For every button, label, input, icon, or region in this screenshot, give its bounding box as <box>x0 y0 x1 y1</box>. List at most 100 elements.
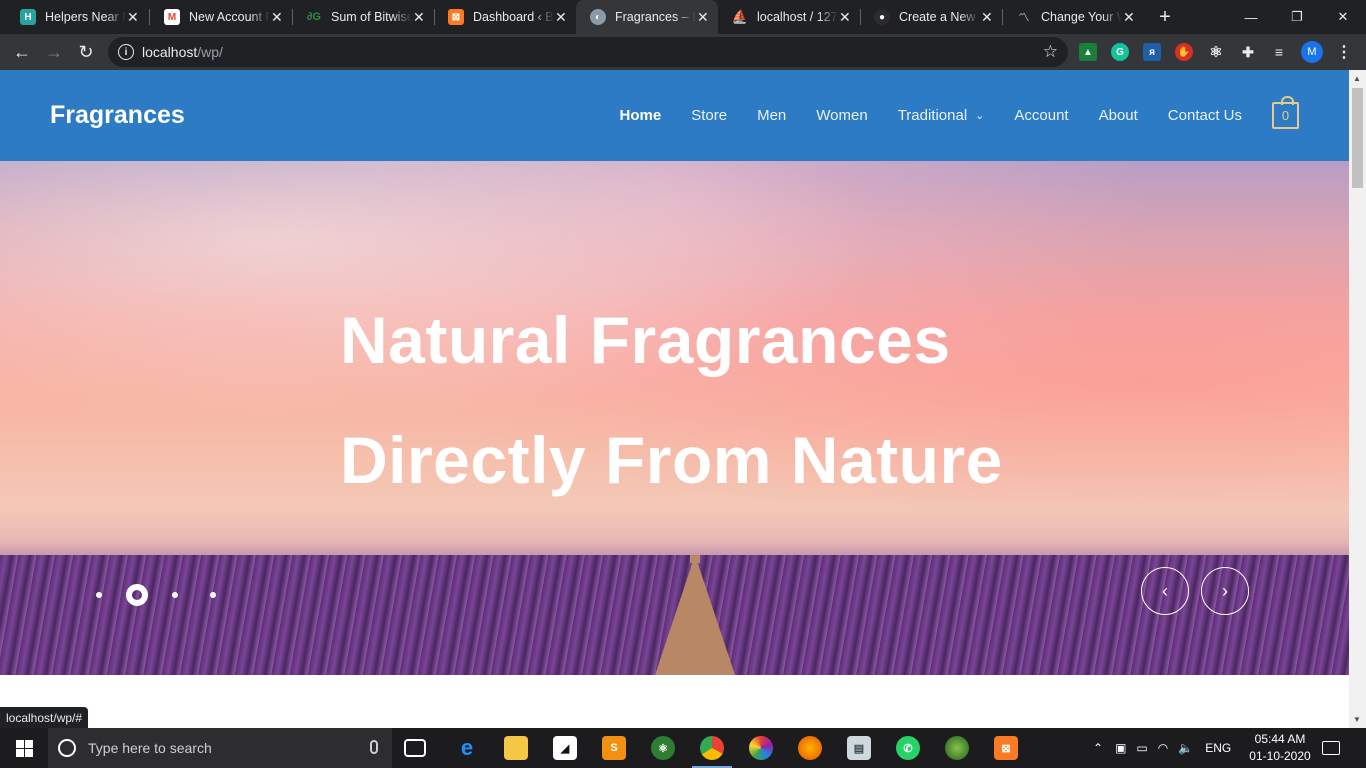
address-path: /wp/ <box>197 44 223 60</box>
hero-slider: Natural Fragrances Directly From Nature … <box>0 161 1349 675</box>
close-icon[interactable]: ✕ <box>838 9 852 25</box>
tab-change-wp[interactable]: 〽 Change Your W ✕ <box>1002 0 1144 34</box>
menu-contact[interactable]: Contact Us <box>1168 107 1242 124</box>
slider-dot-active[interactable] <box>126 584 148 606</box>
file-explorer-icon[interactable] <box>504 736 528 760</box>
close-icon[interactable]: ✕ <box>696 9 710 25</box>
wordpress-favicon-icon: 〽 <box>1018 12 1030 24</box>
github-favicon-icon: ● <box>874 9 890 25</box>
chevron-up-icon[interactable]: ⌃ <box>1093 741 1103 755</box>
battery-icon[interactable]: ▭ <box>1136 741 1147 755</box>
search-placeholder: Type here to search <box>88 740 212 756</box>
cart-bag-icon[interactable]: 0 <box>1272 96 1299 129</box>
cortana-icon <box>58 739 76 757</box>
taskbar-clock[interactable]: 05:44 AM 01-10-2020 <box>1245 731 1315 765</box>
menu-about[interactable]: About <box>1099 107 1138 124</box>
menu-account[interactable]: Account <box>1014 107 1068 124</box>
network-device-icon[interactable]: ▣ <box>1115 741 1126 755</box>
sublime-text-icon[interactable]: S <box>602 736 626 760</box>
slider-dot[interactable] <box>210 592 216 598</box>
profile-avatar[interactable]: M <box>1301 41 1323 63</box>
grammarly-icon[interactable]: G <box>1111 43 1129 61</box>
minimize-button[interactable]: — <box>1228 0 1274 34</box>
link-status-bubble: localhost/wp/# <box>0 707 89 728</box>
slider-next-button[interactable]: › <box>1201 567 1249 615</box>
slider-prev-button[interactable]: ‹ <box>1141 567 1189 615</box>
firefox-icon[interactable] <box>798 736 822 760</box>
forward-button[interactable]: → <box>40 38 68 66</box>
slider-dot[interactable] <box>172 592 178 598</box>
close-icon[interactable]: ✕ <box>270 9 284 25</box>
edge-icon[interactable]: e <box>455 735 479 760</box>
scroll-down-icon[interactable]: ▼ <box>1353 715 1361 724</box>
clock-date: 01-10-2020 <box>1249 749 1311 763</box>
tab-title: Fragrances – Be <box>615 10 696 24</box>
app-circle-icon[interactable] <box>749 736 773 760</box>
notifications-icon[interactable] <box>1322 741 1340 755</box>
adblock-hand-icon[interactable]: ✋ <box>1175 43 1193 61</box>
close-icon[interactable]: ✕ <box>1122 9 1136 25</box>
site-brand[interactable]: Fragrances <box>50 101 185 130</box>
info-icon[interactable]: i <box>118 44 134 60</box>
microphone-icon[interactable] <box>370 740 378 754</box>
slider-dot[interactable] <box>96 592 102 598</box>
volume-icon[interactable]: 🔈 <box>1178 741 1193 755</box>
bookmark-star-icon[interactable]: ☆ <box>1043 42 1058 62</box>
browser-toolbar: ← → ↻ i localhost /wp/ ☆ ▲ G я ✋ ⚛ ✚ ≡ M… <box>0 34 1366 70</box>
address-host: localhost <box>142 44 198 60</box>
react-devtools-icon[interactable]: ⚛ <box>1207 43 1225 61</box>
menu-men[interactable]: Men <box>757 107 786 124</box>
tab-helpers[interactable]: H Helpers Near M ✕ <box>6 0 148 34</box>
clock-time: 05:44 AM <box>1254 732 1306 746</box>
close-icon[interactable]: ✕ <box>412 9 426 25</box>
close-icon[interactable]: ✕ <box>980 9 994 25</box>
browser-tab-strip: H Helpers Near M ✕ M New Account R ✕ ∂G … <box>0 0 1366 34</box>
address-bar[interactable]: i localhost /wp/ ☆ <box>108 37 1068 67</box>
chevron-right-icon: › <box>1222 580 1228 601</box>
extension-blue-icon[interactable]: я <box>1143 43 1161 61</box>
xampp-icon[interactable]: ⊠ <box>994 736 1018 760</box>
globe-app-icon[interactable] <box>945 736 969 760</box>
tab-gmail[interactable]: M New Account R ✕ <box>150 0 292 34</box>
task-view-icon[interactable] <box>404 739 426 757</box>
sticky-notes-icon[interactable]: ◢ <box>553 736 577 760</box>
menu-store[interactable]: Store <box>691 107 727 124</box>
atom-icon[interactable]: ⚛ <box>651 736 675 760</box>
menu-home[interactable]: Home <box>620 107 662 124</box>
gmail-favicon-icon: M <box>164 9 180 25</box>
scroll-up-icon[interactable]: ▲ <box>1353 74 1361 83</box>
chevron-left-icon: ‹ <box>1162 580 1168 601</box>
window-close-button[interactable]: ✕ <box>1320 0 1366 34</box>
hero-heading-line-1: Natural Fragrances <box>340 303 951 377</box>
start-button[interactable] <box>0 728 48 768</box>
scrollbar-thumb[interactable] <box>1352 88 1363 188</box>
whatsapp-icon[interactable]: ✆ <box>896 736 920 760</box>
wifi-icon[interactable]: ◠ <box>1158 741 1168 755</box>
google-drive-icon[interactable]: ▲ <box>1079 43 1097 61</box>
close-icon[interactable]: ✕ <box>554 9 568 25</box>
menu-women[interactable]: Women <box>816 107 867 124</box>
page-scrollbar[interactable]: ▲ ▼ <box>1349 70 1366 728</box>
tab-github[interactable]: ● Create a New R ✕ <box>860 0 1002 34</box>
tab-phpmyadmin[interactable]: ⛵ localhost / 127 ✕ <box>718 0 860 34</box>
hero-heading-line-2: Directly From Nature <box>340 423 1003 497</box>
reload-button[interactable]: ↻ <box>72 38 100 66</box>
extensions-puzzle-icon[interactable]: ✚ <box>1239 43 1257 61</box>
tab-title: localhost / 127 <box>757 10 838 24</box>
tab-gfg[interactable]: ∂G Sum of Bitwise ✕ <box>292 0 434 34</box>
menu-traditional[interactable]: Traditional ⌄ <box>898 107 985 124</box>
new-tab-button[interactable]: + <box>1154 6 1176 28</box>
maximize-button[interactable]: ❐ <box>1274 0 1320 34</box>
taskbar-search[interactable]: Type here to search <box>48 728 392 768</box>
chrome-icon[interactable] <box>700 736 724 760</box>
back-button[interactable]: ← <box>8 38 36 66</box>
close-icon[interactable]: ✕ <box>126 9 140 25</box>
language-indicator[interactable]: ENG <box>1205 741 1231 755</box>
photos-app-icon[interactable]: ▤ <box>847 736 871 760</box>
media-queue-icon[interactable]: ≡ <box>1270 43 1288 61</box>
menu-kebab-icon[interactable]: ⋮ <box>1336 42 1352 62</box>
tab-dashboard[interactable]: ⊠ Dashboard ‹ Bo ✕ <box>434 0 576 34</box>
site-header: Fragrances Home Store Men Women Traditio… <box>0 70 1349 161</box>
tab-fragrances[interactable]: ◐ Fragrances – Be ✕ <box>576 0 718 34</box>
site-favicon-icon: ◐ <box>590 9 606 25</box>
